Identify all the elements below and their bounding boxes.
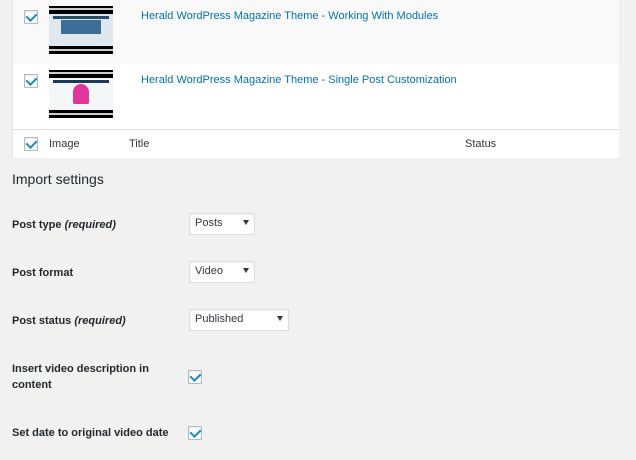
- post-status-select[interactable]: Published: [189, 309, 289, 331]
- column-title[interactable]: Title: [129, 138, 149, 150]
- post-status-label: Post status (required): [12, 315, 126, 327]
- set-date-label: Set date to original video date: [12, 427, 169, 439]
- dropdown-arrow-icon: [243, 220, 249, 225]
- video-title-link[interactable]: Herald WordPress Magazine Theme - Workin…: [141, 10, 438, 22]
- dropdown-arrow-icon: [277, 316, 283, 321]
- table-row: Herald WordPress Magazine Theme - Workin…: [13, 0, 619, 64]
- import-settings-heading: Import settings: [12, 171, 104, 187]
- video-title-link[interactable]: Herald WordPress Magazine Theme - Single…: [141, 74, 457, 86]
- select-all-checkbox[interactable]: [24, 137, 38, 151]
- post-type-select[interactable]: Posts: [189, 213, 255, 235]
- video-thumbnail[interactable]: [49, 70, 113, 118]
- table-row: Herald WordPress Magazine Theme - Single…: [13, 64, 619, 129]
- video-thumbnail[interactable]: [49, 6, 113, 54]
- post-format-label: Post format: [12, 267, 74, 279]
- video-list-table: Herald WordPress Magazine Theme - Workin…: [12, 0, 619, 158]
- post-type-label: Post type (required): [12, 219, 116, 231]
- row-checkbox[interactable]: [24, 10, 38, 24]
- dropdown-arrow-icon: [243, 268, 249, 273]
- set-date-checkbox[interactable]: [188, 426, 202, 440]
- post-format-select[interactable]: Video: [189, 261, 255, 283]
- row-checkbox[interactable]: [24, 74, 38, 88]
- column-status[interactable]: Status: [465, 138, 496, 150]
- insert-description-label: Insert video description in content: [12, 363, 149, 391]
- column-image[interactable]: Image: [49, 138, 80, 150]
- table-footer: Image Title Status: [13, 129, 619, 158]
- insert-description-checkbox[interactable]: [188, 370, 202, 384]
